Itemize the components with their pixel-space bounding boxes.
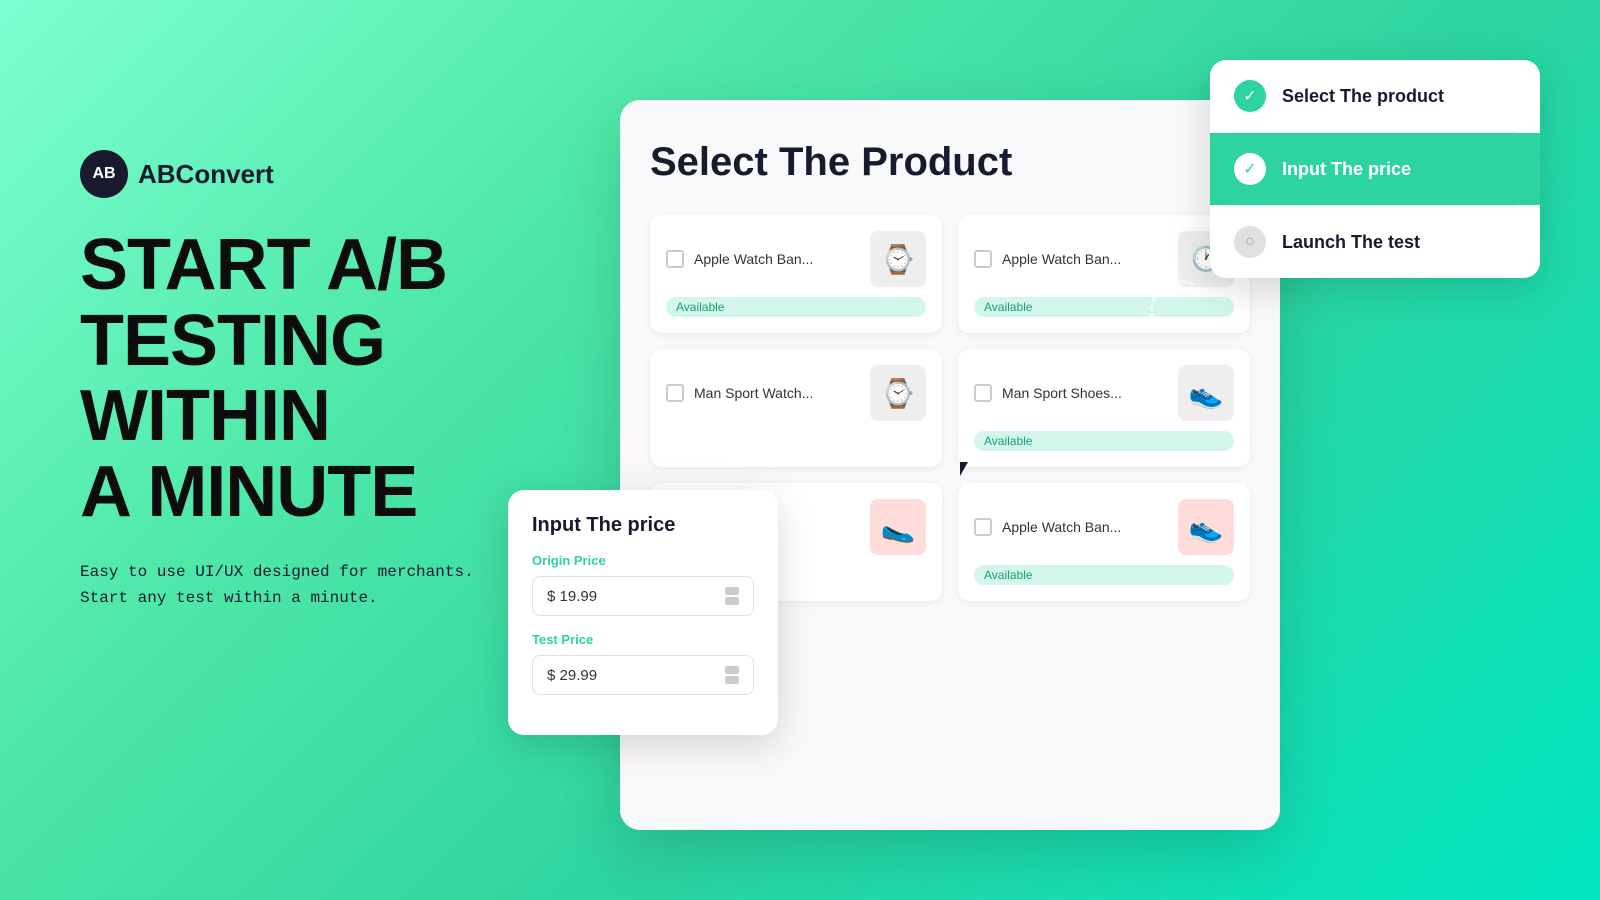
list-item[interactable]: Apple Watch Ban... 👟 Available bbox=[958, 483, 1250, 601]
cursor bbox=[960, 462, 980, 486]
step-label-2: Input The price bbox=[1282, 159, 1411, 180]
steps-panel: ✓ Select The product ✓ Input The price ○… bbox=[1210, 60, 1540, 278]
origin-price-label: Origin Price bbox=[532, 553, 754, 568]
product-name-3: Man Sport Watch... bbox=[694, 385, 860, 401]
product-checkbox-4[interactable] bbox=[974, 384, 992, 402]
product-image-6: 👟 bbox=[1178, 499, 1234, 555]
step-icon-2: ✓ bbox=[1234, 153, 1266, 185]
stepper-down[interactable] bbox=[725, 597, 739, 605]
price-input-card: Input The price Origin Price $ 19.99 Tes… bbox=[508, 490, 778, 735]
available-badge-4: Available bbox=[974, 431, 1234, 451]
step-item-3[interactable]: ○ Launch The test bbox=[1210, 206, 1540, 278]
headline-line4: A MINUTE bbox=[80, 455, 560, 531]
step-item-1[interactable]: ✓ Select The product bbox=[1210, 60, 1540, 132]
origin-price-input[interactable]: $ 19.99 bbox=[532, 576, 754, 616]
product-checkbox-6[interactable] bbox=[974, 518, 992, 536]
test-price-label: Test Price bbox=[532, 632, 754, 647]
product-name-2: Apple Watch Ban... bbox=[1002, 251, 1168, 267]
card-title: Select The Product bbox=[650, 140, 1250, 185]
product-name-4: Man Sport Shoes... bbox=[1002, 385, 1168, 401]
test-stepper-down[interactable] bbox=[725, 676, 739, 684]
subtitle: Easy to use UI/UX designed for merchants… bbox=[80, 560, 560, 611]
list-item[interactable]: Man Sport Watch... ⌚ bbox=[650, 349, 942, 467]
deco-arc bbox=[1150, 280, 1210, 340]
product-checkbox-1[interactable] bbox=[666, 250, 684, 268]
product-image-3: ⌚ bbox=[870, 365, 926, 421]
origin-price-value: $ 19.99 bbox=[547, 588, 597, 605]
step-icon-1: ✓ bbox=[1234, 80, 1266, 112]
left-panel: AB ABConvert START A/B TESTING WITHIN A … bbox=[80, 150, 560, 612]
product-checkbox-3[interactable] bbox=[666, 384, 684, 402]
headline-line1: START A/B bbox=[80, 228, 560, 304]
subtitle-line2: Start any test within a minute. bbox=[80, 586, 560, 612]
product-image-1: ⌚ bbox=[870, 231, 926, 287]
subtitle-line1: Easy to use UI/UX designed for merchants… bbox=[80, 560, 560, 586]
list-item[interactable]: Apple Watch Ban... ⌚ Available bbox=[650, 215, 942, 333]
price-card-title: Input The price bbox=[532, 514, 754, 537]
product-name-1: Apple Watch Ban... bbox=[694, 251, 860, 267]
origin-price-stepper[interactable] bbox=[725, 587, 739, 605]
test-price-stepper[interactable] bbox=[725, 666, 739, 684]
stepper-up[interactable] bbox=[725, 587, 739, 595]
step-label-3: Launch The test bbox=[1282, 232, 1420, 253]
logo-area: AB ABConvert bbox=[80, 150, 560, 198]
headline-line2: TESTING bbox=[80, 304, 560, 380]
product-image-5: 🥿 bbox=[870, 499, 926, 555]
list-item[interactable]: Man Sport Shoes... 👟 Available bbox=[958, 349, 1250, 467]
available-badge-6: Available bbox=[974, 565, 1234, 585]
test-price-input[interactable]: $ 29.99 bbox=[532, 655, 754, 695]
step-item-2[interactable]: ✓ Input The price bbox=[1210, 133, 1540, 205]
headline: START A/B TESTING WITHIN A MINUTE bbox=[80, 228, 560, 530]
logo-icon-text: AB bbox=[92, 165, 115, 183]
product-checkbox-2[interactable] bbox=[974, 250, 992, 268]
available-badge-1: Available bbox=[666, 297, 926, 317]
logo-icon: AB bbox=[80, 150, 128, 198]
step-icon-3: ○ bbox=[1234, 226, 1266, 258]
test-stepper-up[interactable] bbox=[725, 666, 739, 674]
headline-line3: WITHIN bbox=[80, 379, 560, 455]
product-image-4: 👟 bbox=[1178, 365, 1234, 421]
test-price-value: $ 29.99 bbox=[547, 667, 597, 684]
logo-name: ABConvert bbox=[138, 159, 274, 190]
product-name-6: Apple Watch Ban... bbox=[1002, 519, 1168, 535]
step-label-1: Select The product bbox=[1282, 86, 1444, 107]
